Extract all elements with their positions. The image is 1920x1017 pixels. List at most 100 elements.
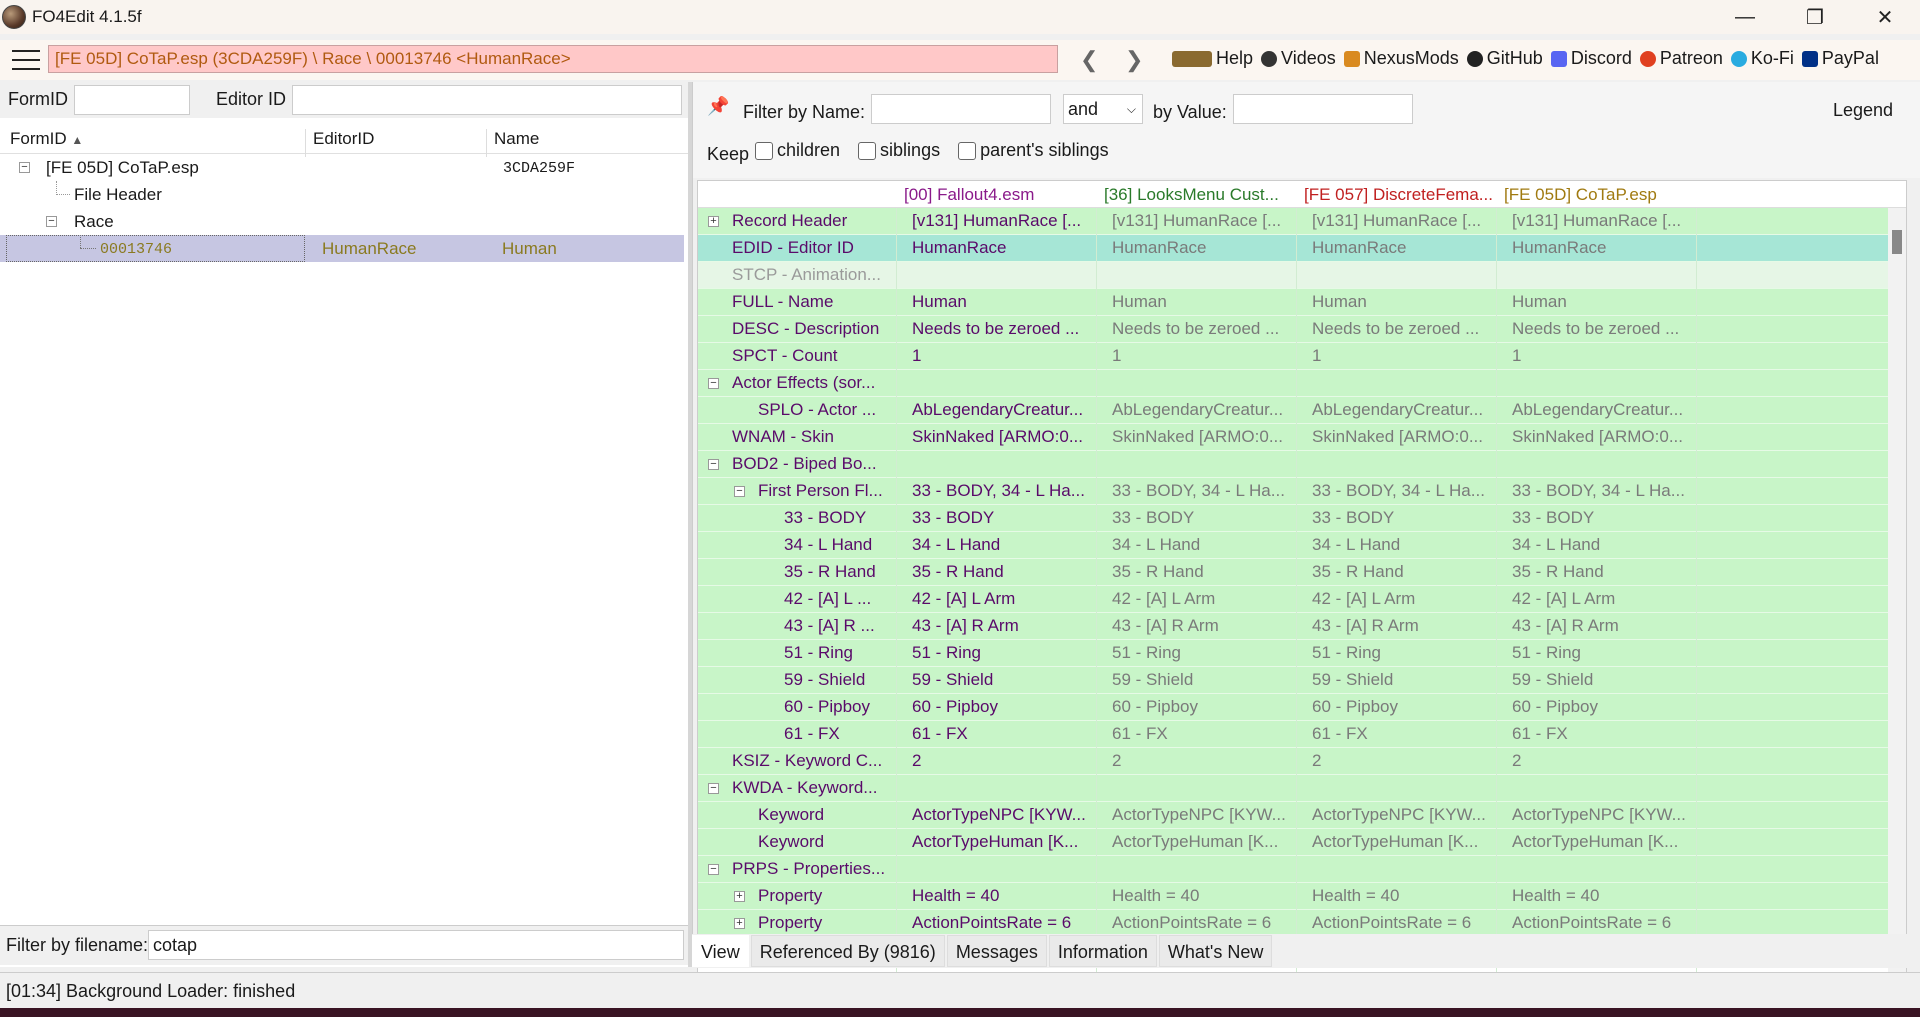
grid-row[interactable]: − PRPS - Properties... bbox=[698, 856, 1888, 883]
nexusmods-link[interactable]: NexusMods bbox=[1343, 48, 1459, 69]
field-value[interactable]: 34 - L Hand bbox=[912, 535, 1092, 555]
field-value[interactable]: ActorTypeNPC [KYW... bbox=[1312, 805, 1492, 825]
field-value[interactable]: Needs to be zeroed ... bbox=[1312, 319, 1492, 339]
grid-row[interactable]: 61 - FX 61 - FX 61 - FX 61 - FX 61 - FX bbox=[698, 721, 1888, 748]
field-value[interactable]: ActorTypeHuman [K... bbox=[1312, 832, 1492, 852]
field-value[interactable]: AbLegendaryCreatur... bbox=[1512, 400, 1692, 420]
grid-row[interactable]: − BOD2 - Biped Bo... bbox=[698, 451, 1888, 478]
field-value[interactable]: 33 - BODY bbox=[1512, 508, 1692, 528]
field-value[interactable]: 1 bbox=[1112, 346, 1292, 366]
pin-icon[interactable]: 📌 bbox=[707, 96, 729, 117]
field-value[interactable]: ActionPointsRate = 6 bbox=[912, 913, 1092, 933]
col-fallout4[interactable]: [00] Fallout4.esm bbox=[904, 185, 1094, 205]
field-value[interactable]: 1 bbox=[912, 346, 1092, 366]
keep-parent-siblings-checkbox[interactable]: parent's siblings bbox=[958, 140, 1109, 161]
field-value[interactable]: Health = 40 bbox=[1512, 886, 1692, 906]
discord-link[interactable]: Discord bbox=[1550, 48, 1632, 69]
tree-row-plugin[interactable]: − [FE 05D] CoTaP.esp 3CDA259F bbox=[0, 154, 684, 181]
field-value[interactable]: Human bbox=[912, 292, 1092, 312]
keep-siblings-checkbox[interactable]: siblings bbox=[858, 140, 940, 161]
collapse-icon[interactable]: − bbox=[708, 378, 719, 389]
tab-information[interactable]: Information bbox=[1048, 935, 1157, 967]
field-value[interactable]: Health = 40 bbox=[912, 886, 1092, 906]
kofi-link[interactable]: Ko-Fi bbox=[1730, 48, 1794, 69]
field-value[interactable]: 1 bbox=[1512, 346, 1692, 366]
field-value[interactable]: ActorTypeNPC [KYW... bbox=[1112, 805, 1292, 825]
grid-row[interactable]: 33 - BODY 33 - BODY 33 - BODY 33 - BODY 33 -… bbox=[698, 505, 1888, 532]
back-icon[interactable]: ❮ bbox=[1080, 47, 1098, 73]
collapse-icon[interactable]: − bbox=[19, 162, 30, 173]
field-value[interactable]: [v131] HumanRace [... bbox=[912, 211, 1092, 231]
videos-link[interactable]: Videos bbox=[1261, 48, 1336, 69]
field-value[interactable]: Human bbox=[1312, 292, 1492, 312]
field-value[interactable]: 35 - R Hand bbox=[1112, 562, 1292, 582]
field-value[interactable]: 51 - Ring bbox=[1112, 643, 1292, 663]
grid-row[interactable]: − KWDA - Keyword... bbox=[698, 775, 1888, 802]
field-value[interactable]: ActorTypeHuman [K... bbox=[912, 832, 1092, 852]
grid-row[interactable]: 60 - Pipboy 60 - Pipboy 60 - Pipboy 60 - Pi… bbox=[698, 694, 1888, 721]
editorid-input[interactable] bbox=[292, 85, 682, 115]
vertical-scrollbar[interactable] bbox=[1888, 208, 1906, 1008]
field-value[interactable]: HumanRace bbox=[1112, 238, 1292, 258]
tab-whats-new[interactable]: What's New bbox=[1158, 935, 1273, 967]
field-value[interactable]: SkinNaked [ARMO:0... bbox=[1512, 427, 1692, 447]
minimize-button[interactable]: — bbox=[1710, 0, 1780, 34]
field-value[interactable]: 43 - [A] R Arm bbox=[1312, 616, 1492, 636]
expand-icon[interactable]: + bbox=[734, 891, 745, 902]
help-link[interactable]: Help bbox=[1172, 48, 1253, 69]
tab-referenced-by[interactable]: Referenced By (9816) bbox=[750, 935, 945, 967]
tab-view[interactable]: View bbox=[692, 935, 749, 967]
grid-row[interactable]: 59 - Shield 59 - Shield 59 - Shield 59 - Sh… bbox=[698, 667, 1888, 694]
paypal-link[interactable]: PayPal bbox=[1801, 48, 1879, 69]
tab-messages[interactable]: Messages bbox=[946, 935, 1047, 967]
field-value[interactable]: 61 - FX bbox=[1512, 724, 1692, 744]
field-value[interactable]: ActorTypeHuman [K... bbox=[1512, 832, 1692, 852]
field-value[interactable]: 51 - Ring bbox=[1312, 643, 1492, 663]
grid-row[interactable]: − Actor Effects (sor... bbox=[698, 370, 1888, 397]
field-value[interactable]: 42 - [A] L Arm bbox=[1312, 589, 1492, 609]
field-value[interactable]: SkinNaked [ARMO:0... bbox=[1112, 427, 1292, 447]
field-value[interactable]: 60 - Pipboy bbox=[912, 697, 1092, 717]
field-value[interactable]: 59 - Shield bbox=[1312, 670, 1492, 690]
field-value[interactable]: 35 - R Hand bbox=[1512, 562, 1692, 582]
filter-value-input[interactable] bbox=[1233, 94, 1413, 124]
field-value[interactable]: 60 - Pipboy bbox=[1312, 697, 1492, 717]
field-value[interactable]: 33 - BODY, 34 - L Ha... bbox=[1312, 481, 1492, 501]
collapse-icon[interactable]: − bbox=[708, 459, 719, 470]
grid-row[interactable]: + Record Header [v131] HumanRace [... [v131… bbox=[698, 208, 1888, 235]
field-value[interactable]: ActionPointsRate = 6 bbox=[1512, 913, 1692, 933]
grid-row[interactable]: + Property Health = 40 Health = 40 Health = … bbox=[698, 883, 1888, 910]
field-value[interactable]: [v131] HumanRace [... bbox=[1512, 211, 1692, 231]
field-value[interactable]: AbLegendaryCreatur... bbox=[1312, 400, 1492, 420]
field-value[interactable]: 2 bbox=[1312, 751, 1492, 771]
field-value[interactable]: 1 bbox=[1312, 346, 1492, 366]
expand-icon[interactable]: + bbox=[734, 918, 745, 929]
filter-filename-input[interactable]: cotap bbox=[148, 930, 684, 960]
grid-row[interactable]: WNAM - Skin SkinNaked [ARMO:0... SkinNaked… bbox=[698, 424, 1888, 451]
field-value[interactable]: 34 - L Hand bbox=[1512, 535, 1692, 555]
field-value[interactable]: 51 - Ring bbox=[1512, 643, 1692, 663]
tree-row-race[interactable]: − Race bbox=[0, 208, 684, 235]
field-value[interactable]: ActorTypeHuman [K... bbox=[1112, 832, 1292, 852]
field-value[interactable]: Needs to be zeroed ... bbox=[912, 319, 1092, 339]
field-value[interactable]: 42 - [A] L Arm bbox=[1512, 589, 1692, 609]
field-value[interactable]: Health = 40 bbox=[1312, 886, 1492, 906]
field-value[interactable]: Human bbox=[1512, 292, 1692, 312]
grid-row[interactable]: 34 - L Hand 34 - L Hand 34 - L Hand 34 - L … bbox=[698, 532, 1888, 559]
field-value[interactable]: 33 - BODY bbox=[1112, 508, 1292, 528]
grid-row[interactable]: 43 - [A] R ... 43 - [A] R Arm 43 - [A] R A… bbox=[698, 613, 1888, 640]
grid-row[interactable]: 51 - Ring 51 - Ring 51 - Ring 51 - Ring 51 -… bbox=[698, 640, 1888, 667]
field-value[interactable]: 34 - L Hand bbox=[1312, 535, 1492, 555]
grid-row[interactable]: EDID - Editor ID HumanRace HumanRace HumanR… bbox=[698, 235, 1888, 262]
grid-row[interactable]: SPLO - Actor ... AbLegendaryCreatur... AbL… bbox=[698, 397, 1888, 424]
close-button[interactable]: ✕ bbox=[1850, 0, 1920, 34]
field-value[interactable]: 33 - BODY bbox=[1312, 508, 1492, 528]
grid-row[interactable]: STCP - Animation... bbox=[698, 262, 1888, 289]
field-value[interactable]: 42 - [A] L Arm bbox=[1112, 589, 1292, 609]
field-value[interactable]: 60 - Pipboy bbox=[1512, 697, 1692, 717]
grid-row[interactable]: SPCT - Count 1 1 1 1 bbox=[698, 343, 1888, 370]
field-value[interactable]: 33 - BODY bbox=[912, 508, 1092, 528]
field-value[interactable]: [v131] HumanRace [... bbox=[1112, 211, 1292, 231]
field-value[interactable]: 59 - Shield bbox=[912, 670, 1092, 690]
collapse-icon[interactable]: − bbox=[734, 486, 745, 497]
